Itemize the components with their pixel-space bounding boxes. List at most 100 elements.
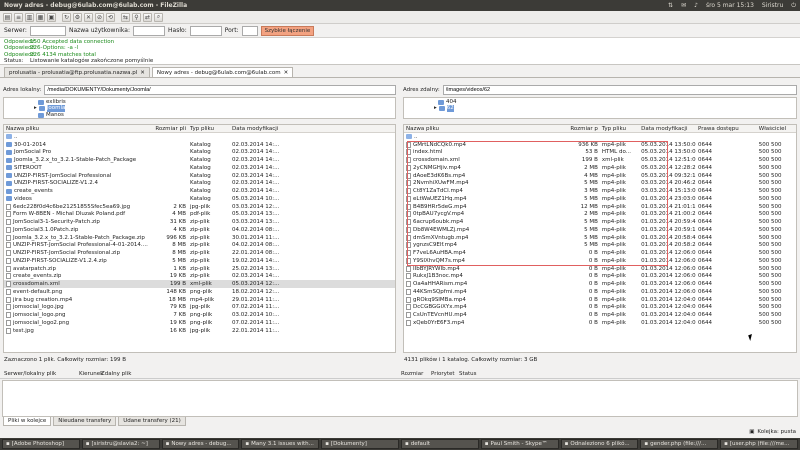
file-row[interactable]: GMrtLNdCQk0.mp4 936 KB mp4-plik 05.03.2014 …	[404, 141, 796, 149]
local-file-list[interactable]: Nazwa pliku Rozmiar pli Typ pliku Data mody…	[3, 124, 396, 353]
file-row[interactable]: JomSocial3-1-Security-Patch.zip 31 KB zip-…	[4, 218, 395, 226]
file-row[interactable]: UNZIP-FIRST-JomSocial Professional-4-01-…	[4, 242, 395, 250]
server-input[interactable]	[29, 25, 66, 36]
toggle-local-tree-icon[interactable]: ▥	[25, 12, 34, 22]
file-row[interactable]: Db8W4EWMLZj.mp4 5 MB mp4-plik 01.03.2014 20…	[404, 226, 796, 234]
queue-tab[interactable]: Udane transfery (21)	[118, 417, 186, 426]
taskbar-item[interactable]: ▪ Paul Smith - Skype™	[480, 439, 559, 449]
directory-compare-icon[interactable]: ⇆	[121, 12, 130, 22]
port-input[interactable]	[241, 25, 258, 36]
site-manager-icon[interactable]: ▤	[3, 12, 12, 22]
file-row[interactable]: 0tpBAU7ycgV.mp4 2 MB mp4-plik 01.03.2014 21…	[404, 211, 796, 219]
column-header[interactable]: Data modyfikacji	[639, 126, 696, 132]
tab-prolusatia[interactable]: prolusatia - prolusatia@ftp.prolusatia.n…	[4, 67, 150, 77]
file-row[interactable]: Form W-8BEN - Michal Dluzak Poland.pdf 4 …	[4, 211, 395, 219]
file-row[interactable]: avatarpatch.zip 1 KB zip-plik 25.02.2014 13…	[4, 265, 395, 273]
taskbar-item[interactable]: ▪ [Dokumenty]	[321, 439, 399, 449]
file-row[interactable]: Joomla_3.2.x_to_3.2.1-Stable-Patch_Packa…	[4, 234, 395, 242]
file-row[interactable]: jomsocial_logo.jpg 79 KB jpg-plik 07.02.201…	[4, 304, 395, 312]
taskbar-item[interactable]: ▪ Odnaleziono 6 plikó...	[560, 439, 639, 449]
toggle-log-icon[interactable]: ≡	[14, 12, 23, 22]
file-row[interactable]: jira bug creation.mp4 18 MB mp4-plik 29.01.…	[4, 296, 395, 304]
file-row[interactable]: UNZIP-FIRST-JomSocial Professional.zip 8 …	[4, 249, 395, 257]
queue-tab[interactable]: Nieudane transfery	[53, 417, 117, 426]
file-row[interactable]: create_events Katalog 02.03.2014 14:...	[4, 187, 395, 195]
file-row[interactable]: Ct8Y1ZaTdCI.mp4 3 MB mp4-plik 03.03.2014 15…	[404, 187, 796, 195]
remote-file-list[interactable]: Nazwa pliku Rozmiar p Typ pliku Data modyfi…	[403, 124, 797, 353]
column-header[interactable]: Właściciel	[757, 126, 796, 132]
disconnect-icon[interactable]: ⊘	[95, 12, 104, 22]
file-row[interactable]: 2NvmhiXUwFM.mp4 5 MB mp4-plik 03.03.2014 20…	[404, 180, 796, 188]
file-row[interactable]: create_events.zip 19 KB zip-plik 02.03.2014…	[4, 273, 395, 281]
file-row[interactable]: dAoeE3dK6Bs.mp4 4 MB mp4-plik 05.03.2014 09…	[404, 172, 796, 180]
queue-column-header[interactable]: Kierunek	[75, 371, 103, 377]
tray-user[interactable]: Siristru	[762, 2, 783, 9]
column-header[interactable]: Typ pliku	[600, 126, 639, 132]
taskbar-item[interactable]: ▪ gender.php (file:///...	[640, 439, 719, 449]
file-row[interactable]: CsUnTEVcnHU.mp4 0 Bmp4-plik 01.03.2014 12:…	[404, 311, 796, 319]
queue-column-header[interactable]: Rozmiar	[397, 371, 427, 377]
column-header[interactable]: Nazwa pliku	[404, 126, 567, 132]
file-row[interactable]: jomsocial_logo.png 7 KB png-plik 03.02.2014…	[4, 311, 395, 319]
file-row[interactable]: B4B9HRr5deG.mp4 12 MB mp4-plik 01.03.2014 2…	[404, 203, 796, 211]
queue-column-header[interactable]: Priorytet	[427, 371, 455, 377]
cancel-icon[interactable]: ✕	[84, 12, 93, 22]
file-row[interactable]: eLtWaUEZ1Hq.mp4 5 MB mp4-plik 01.03.2014 23…	[404, 195, 796, 203]
tree-node[interactable]: Manos	[8, 112, 391, 118]
tray-clock[interactable]: śro 5 mar 15:13	[706, 2, 754, 9]
expand-arrow-icon[interactable]: ▸	[434, 105, 437, 111]
column-header[interactable]: Typ pliku	[188, 126, 230, 132]
file-row[interactable]: xQeb0YrE6F3.mp4 0 Bmp4-plik 01.03.2014 12:…	[404, 319, 796, 327]
file-row[interactable]: gROkq9SIMBa.mp4 0 Bmp4-plik 01.03.2014 12:…	[404, 296, 796, 304]
file-row[interactable]: Oa4aHHARism.mp4 0 Bmp4-plik 01.03.2014 12:…	[404, 280, 796, 288]
file-row[interactable]: index.html 53 B HTML do... 05.03.2014 13:50…	[404, 149, 796, 157]
file-row[interactable]: UNZIP-FIRST-SOCIALIZE-V1.2.4 Katalog 02.03…	[4, 180, 395, 188]
mail-icon[interactable]: ✉	[681, 2, 686, 9]
column-header[interactable]: Nazwa pliku	[4, 126, 152, 132]
local-tree[interactable]: exlibris ▸ Joomla Manos	[3, 97, 396, 119]
file-row[interactable]: jomsocial_logo2.png 19 KB png-plik 07.02.20…	[4, 319, 395, 327]
tree-node[interactable]: ▸ 62	[408, 105, 792, 112]
file-row[interactable]: videos Katalog 05.03.2014 10:...	[4, 195, 395, 203]
file-row[interactable]: Y9SIXhvQM7s.mp4 0 Bmp4-plik 01.03.2014 12:…	[404, 257, 796, 265]
taskbar-item[interactable]: ▪ [Adobe Photoshop]	[2, 439, 80, 449]
file-row[interactable]: UNZIP-FIRST-JomSocial Professional Katalo…	[4, 172, 395, 180]
tab-nowy-adres[interactable]: Nowy adres - debug@6ulab.com@6ulab.com ✕	[151, 67, 294, 77]
queue-tab[interactable]: Pliki w kolejce	[3, 417, 52, 426]
file-row[interactable]: dmSmXVntugb.mp4 5 MB mp4-plik 01.03.2014 20…	[404, 234, 796, 242]
close-icon[interactable]: ✕	[284, 70, 289, 76]
file-row[interactable]: DcCGBGGiXYx.mp4 0 Bmp4-plik 01.03.2014 12:…	[404, 304, 796, 312]
taskbar-item[interactable]: ▪ [user.php (file:///me...	[720, 439, 798, 449]
column-header[interactable]: Prawa dostępu	[696, 126, 757, 132]
network-icon[interactable]: ⇅	[668, 2, 673, 9]
remote-path-input[interactable]	[442, 85, 797, 95]
pass-input[interactable]	[189, 25, 222, 36]
column-header[interactable]: Rozmiar pli	[152, 126, 188, 132]
file-row[interactable]: Joomla_3.2.x_to_3.2.1-Stable-Patch_Packa…	[4, 156, 395, 164]
file-row[interactable]: 44KSmSQpfmi.mp4 0 Bmp4-plik 01.03.2014 12:…	[404, 288, 796, 296]
queue-column-header[interactable]: Serwer/lokalny plik	[0, 371, 75, 377]
file-row[interactable]: 30-01-2014 Katalog 02.03.2014 14:...	[4, 141, 395, 149]
file-row[interactable]: crossdomain.xml 199 Bxml-plik 05.03.2014 1…	[404, 156, 796, 164]
file-row[interactable]: ..	[404, 133, 796, 141]
file-row[interactable]: 2yCNMGHjiv.mp4 2 MB mp4-plik 05.03.2014 12:…	[404, 164, 796, 172]
file-row[interactable]: IIbBYJRYWIb.mp4 0 Bmp4-plik 01.03.2014 12:…	[404, 265, 796, 273]
transfer-queue[interactable]	[2, 380, 798, 417]
process-queue-icon[interactable]: ⚙	[73, 12, 82, 22]
power-icon[interactable]: ⏻	[791, 2, 796, 10]
remote-tree[interactable]: 404 ▸ 62	[403, 97, 797, 119]
sync-browse-icon[interactable]: ⇄	[143, 12, 152, 22]
expand-arrow-icon[interactable]: ▸	[34, 105, 37, 111]
file-row[interactable]: UNZIP-FIRST-SOCIALIZE-V1.2.4.zip 5 MB zip-…	[4, 257, 395, 265]
toggle-queue-icon[interactable]: ▣	[47, 12, 56, 22]
file-row[interactable]: ..	[4, 133, 395, 141]
toggle-remote-tree-icon[interactable]: ▦	[36, 12, 45, 22]
queue-column-header[interactable]: Zdalny plik	[97, 371, 397, 377]
file-row[interactable]: 6acrup6oubk.mp4 5 MB mp4-plik 01.03.2014 20…	[404, 218, 796, 226]
file-row[interactable]: crossdomain.xml 199 Bxml-plik 05.03.2014 1…	[4, 280, 395, 288]
local-path-input[interactable]	[44, 85, 396, 95]
file-row[interactable]: event-default.png 148 KB png-plik 18.02.201…	[4, 288, 395, 296]
search-icon[interactable]: ⌕	[154, 12, 163, 22]
user-input[interactable]	[133, 25, 165, 36]
taskbar-item[interactable]: ▪ [siristru@slavia2: ~]	[81, 439, 160, 449]
